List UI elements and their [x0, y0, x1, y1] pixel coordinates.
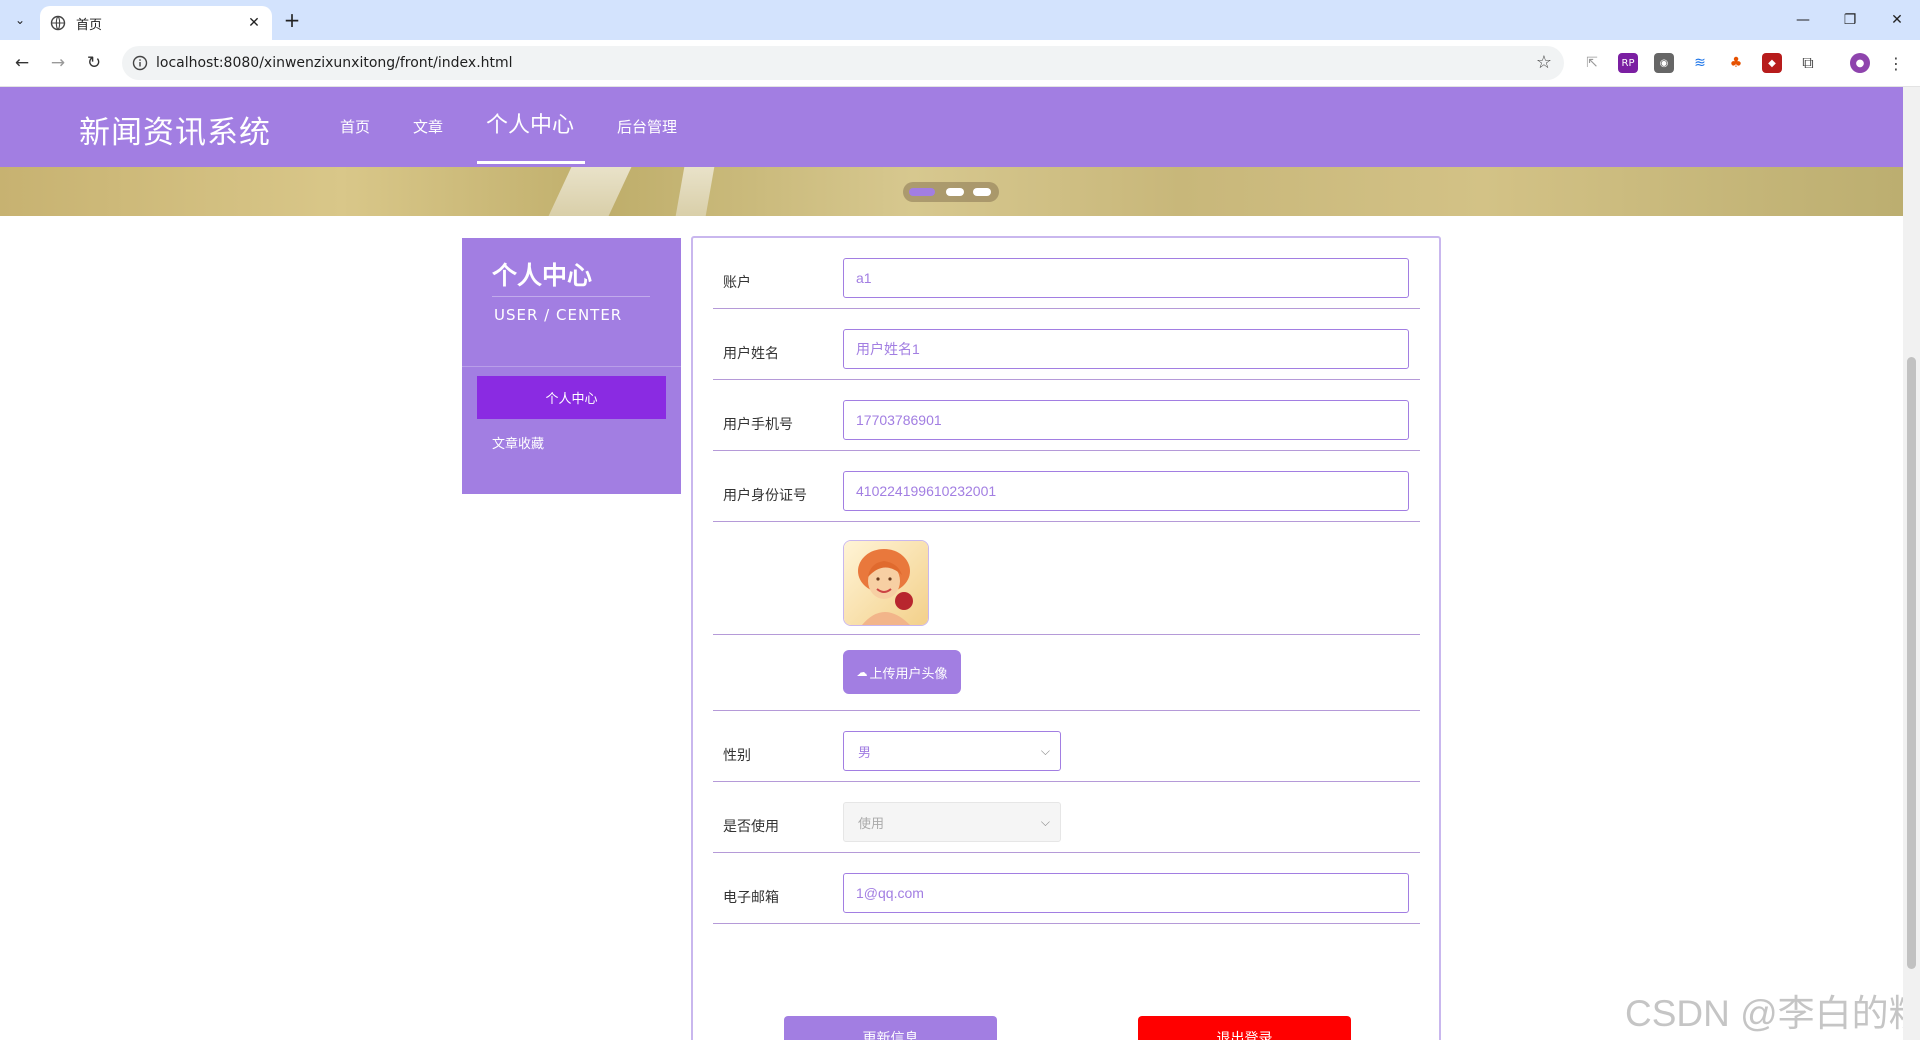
avatar-photo — [844, 541, 928, 625]
close-tab-icon[interactable]: ✕ — [244, 13, 264, 33]
game-extension-icon[interactable]: ◉ — [1654, 53, 1674, 73]
user-avatar — [843, 540, 929, 626]
form-row-name: 用户姓名 用户姓名1 — [713, 329, 1420, 380]
tab-search-icon[interactable]: ⌄ — [8, 8, 32, 32]
cloud-upload-icon: ☁ — [856, 665, 868, 679]
nav-user-center[interactable]: 个人中心 — [486, 107, 574, 139]
name-input[interactable]: 用户姓名1 — [843, 329, 1409, 369]
browser-toolbar: ← → ↻ localhost:8080/xinwenzixunxitong/f… — [0, 40, 1920, 87]
tree-extension-icon[interactable]: ♣ — [1726, 53, 1746, 73]
url-text: localhost:8080/xinwenzixunxitong/front/i… — [156, 55, 513, 71]
reload-icon[interactable]: ↻ — [82, 51, 106, 75]
id-card-label: 用户身份证号 — [723, 488, 807, 504]
site-logo[interactable]: 新闻资讯系统 — [79, 107, 271, 152]
carousel-dot-3[interactable] — [973, 188, 991, 196]
profile-form: 账户 a1 用户姓名 用户姓名1 用户手机号 17703786901 用户身份证… — [691, 236, 1441, 1040]
user-center-sidebar: 个人中心 USER / CENTER 个人中心 文章收藏 — [462, 238, 681, 494]
form-row-avatar — [713, 522, 1420, 635]
site-info-icon[interactable] — [132, 55, 148, 71]
cursor-extension-icon[interactable]: ⇱ — [1582, 53, 1602, 73]
address-bar[interactable]: localhost:8080/xinwenzixunxitong/front/i… — [122, 46, 1564, 80]
gender-label: 性别 — [723, 748, 751, 764]
upload-avatar-button[interactable]: ☁ 上传用户头像 — [843, 650, 961, 694]
nav-articles[interactable]: 文章 — [413, 116, 443, 137]
tab-title: 首页 — [76, 17, 103, 33]
profile-avatar-icon[interactable]: ● — [1850, 53, 1870, 73]
carousel-dot-2[interactable] — [946, 188, 964, 196]
form-row-id-card: 用户身份证号 410224199610232001 — [713, 471, 1420, 522]
form-row-phone: 用户手机号 17703786901 — [713, 400, 1420, 451]
sidebar-subtitle: USER / CENTER — [494, 306, 623, 324]
site-header: 新闻资讯系统 首页 文章 个人中心 后台管理 — [0, 87, 1903, 167]
phone-label: 用户手机号 — [723, 417, 793, 433]
gender-select[interactable]: 男 ⌵ — [843, 731, 1061, 771]
new-tab-icon[interactable]: + — [280, 8, 304, 32]
restore-icon[interactable]: ❐ — [1827, 0, 1873, 40]
carousel-indicators — [903, 182, 999, 202]
back-icon[interactable]: ← — [10, 51, 34, 75]
carousel-dot-1[interactable] — [909, 188, 935, 196]
account-input[interactable]: a1 — [843, 258, 1409, 298]
sidebar-item-user-center[interactable]: 个人中心 — [477, 376, 666, 419]
name-label: 用户姓名 — [723, 346, 779, 362]
logout-button[interactable]: 退出登录 — [1138, 1016, 1351, 1040]
browser-tab-bar: ⌄ 首页 ✕ + — ❐ ✕ — [0, 0, 1920, 40]
extensions-puzzle-icon[interactable]: ⧉ — [1798, 53, 1818, 73]
minimize-icon[interactable]: — — [1780, 0, 1826, 40]
nav-home[interactable]: 首页 — [340, 116, 370, 137]
email-label: 电子邮箱 — [723, 890, 779, 906]
form-row-email: 电子邮箱 1@qq.com — [713, 873, 1420, 924]
bookmark-star-icon[interactable]: ☆ — [1536, 52, 1552, 73]
active-nav-underline — [477, 161, 585, 164]
id-card-input[interactable]: 410224199610232001 — [843, 471, 1409, 511]
forward-icon[interactable]: → — [46, 51, 70, 75]
menu-kebab-icon[interactable]: ⋮ — [1886, 53, 1906, 73]
enabled-value: 使用 — [858, 816, 885, 832]
enabled-label: 是否使用 — [723, 819, 779, 835]
upload-avatar-label: 上传用户头像 — [869, 666, 948, 682]
chevron-down-icon: ⌵ — [1040, 815, 1050, 829]
account-label: 账户 — [723, 275, 751, 291]
close-window-icon[interactable]: ✕ — [1874, 0, 1920, 40]
ublock-extension-icon[interactable]: ◆ — [1762, 53, 1782, 73]
email-input[interactable]: 1@qq.com — [843, 873, 1409, 913]
page-scrollbar[interactable] — [1903, 87, 1920, 1040]
nav-admin[interactable]: 后台管理 — [617, 116, 677, 137]
layers-extension-icon[interactable]: ≋ — [1690, 53, 1710, 73]
update-info-button[interactable]: 更新信息 — [784, 1016, 997, 1040]
phone-input[interactable]: 17703786901 — [843, 400, 1409, 440]
form-row-enabled: 是否使用 使用 ⌵ — [713, 802, 1420, 853]
globe-icon — [50, 15, 66, 31]
sidebar-item-favorites[interactable]: 文章收藏 — [477, 421, 666, 464]
scrollbar-thumb[interactable] — [1907, 357, 1916, 969]
csdn-watermark: CSDN @李白的粉 — [1625, 993, 1903, 1034]
form-row-account: 账户 a1 — [713, 258, 1420, 309]
enabled-select: 使用 ⌵ — [843, 802, 1061, 842]
browser-tab[interactable]: 首页 ✕ — [40, 6, 272, 40]
form-row-upload: ☁ 上传用户头像 — [713, 635, 1420, 711]
sidebar-title: 个人中心 — [492, 261, 593, 290]
gender-value: 男 — [858, 745, 872, 761]
form-row-gender: 性别 男 ⌵ — [713, 731, 1420, 782]
chevron-down-icon: ⌵ — [1040, 744, 1050, 758]
rp-extension-icon[interactable]: RP — [1618, 53, 1638, 73]
page-viewport: 新闻资讯系统 首页 文章 个人中心 后台管理 个人中心 USER / CENTE… — [0, 87, 1903, 1040]
